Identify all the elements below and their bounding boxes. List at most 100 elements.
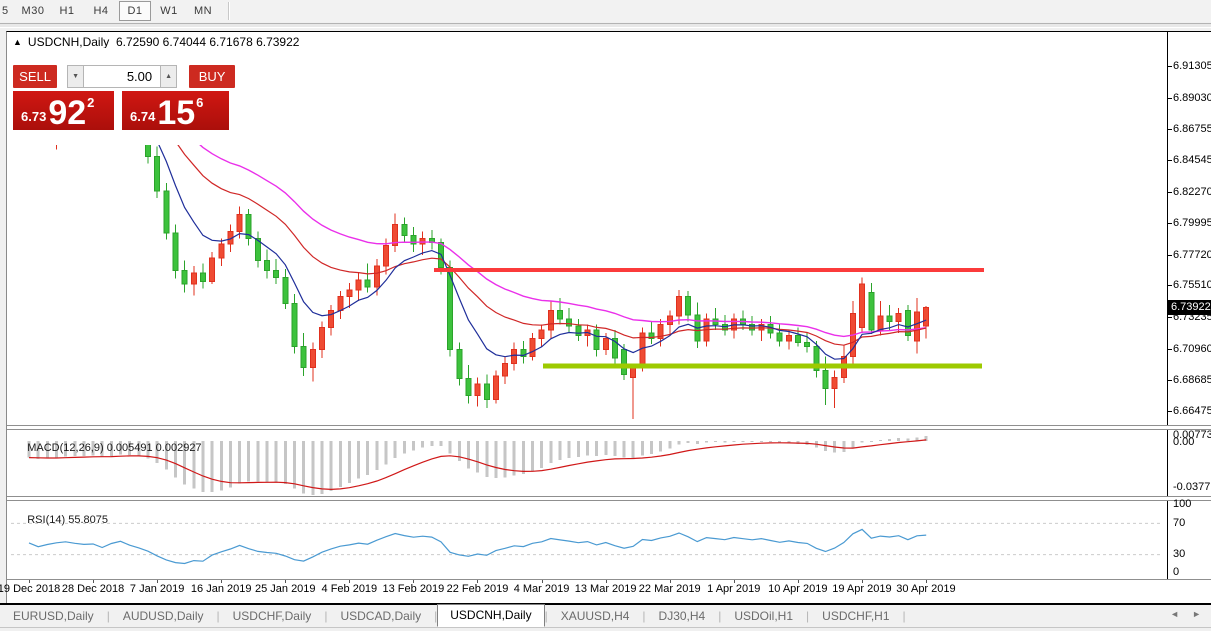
timeframe-button-M30[interactable]: M30: [17, 1, 49, 21]
price-axis-label: 6.68685: [1173, 374, 1211, 387]
date-label: 13 Feb 2019: [382, 583, 445, 595]
tab-USDCHF-H1[interactable]: USDCHF,H1: [809, 606, 902, 626]
date-axis-tick: [349, 580, 351, 583]
tab-USDCAD-Daily[interactable]: USDCAD,Daily: [327, 606, 434, 626]
price-axis-label: 6.82270: [1173, 185, 1211, 198]
date-label: 19 Apr 2019: [832, 583, 892, 595]
date-label: 22 Mar 2019: [638, 583, 701, 595]
timeframe-button-H1[interactable]: H1: [51, 1, 83, 21]
date-label: 13 Mar 2019: [574, 583, 637, 595]
tab-scroll-left-icon[interactable]: ◄: [1170, 609, 1179, 619]
date-axis-tick: [285, 580, 287, 583]
date-label: 28 Dec 2018: [61, 583, 125, 595]
date-axis-tick: [157, 580, 159, 583]
one-click-trading-panel: SELL ▼ 5.00 ▲ BUY 6.73 92 2 6.74 15 6: [10, 48, 238, 145]
date-axis-tick: [669, 580, 671, 583]
chart-tab-bar: EURUSD,Daily | AUDUSD,Daily | USDCHF,Daily | U…: [0, 603, 1211, 627]
macd-axis-mid-label: 0.00: [1173, 436, 1195, 448]
macd-indicator-label: MACD(12,26,9) 0.005491 0.002927: [27, 442, 202, 454]
date-axis-tick: [733, 580, 735, 583]
collapse-panel-icon[interactable]: ▲: [13, 37, 22, 47]
price-axis-tick: [1167, 129, 1172, 130]
date-axis-tick: [477, 580, 479, 583]
rsi-axis-0-label: 0: [1173, 566, 1180, 578]
current-price-tag: 6.73922: [1168, 300, 1211, 315]
date-label: 10 Apr 2019: [768, 583, 828, 595]
sell-price-small: 6.73: [21, 109, 47, 124]
volume-stepper: ▼ 5.00 ▲: [67, 65, 178, 88]
rsi-line: [28, 528, 927, 565]
price-axis-tick: [1167, 66, 1172, 67]
sell-price-box[interactable]: 6.73 92 2: [13, 91, 114, 130]
date-axis-tick: [861, 580, 863, 583]
price-axis-label: 6.77720: [1173, 248, 1211, 261]
rsi-indicator-label: RSI(14) 55.8075: [27, 514, 108, 526]
price-axis-tick: [1167, 285, 1172, 286]
tab-USDCHF-Daily[interactable]: USDCHF,Daily: [220, 606, 325, 626]
date-axis-tick: [29, 580, 30, 583]
buy-button[interactable]: BUY: [189, 65, 235, 88]
volume-decrease-icon[interactable]: ▼: [67, 65, 85, 88]
date-label: 7 Jan 2019: [129, 583, 185, 595]
price-axis-tick: [1167, 255, 1172, 256]
date-axis-tick: [221, 580, 223, 583]
price-axis-tick: [1167, 160, 1172, 161]
tab-USDCNH-Daily[interactable]: USDCNH,Daily: [437, 603, 545, 627]
price-axis-label: 6.91305: [1173, 60, 1211, 72]
price-axis-tick: [1167, 98, 1172, 99]
tab-XAUUSD-H4[interactable]: XAUUSD,H4: [548, 606, 643, 626]
date-axis-tick: [605, 580, 607, 583]
price-axis-label: 6.79995: [1173, 217, 1211, 230]
volume-input[interactable]: 5.00: [84, 65, 161, 88]
timeframe-button-MN[interactable]: MN: [187, 1, 219, 21]
tab-USDOil-H1[interactable]: USDOil,H1: [721, 606, 806, 626]
price-axis-tick: [1167, 317, 1172, 318]
price-axis-label: 6.86755: [1173, 123, 1211, 136]
price-axis-label: 6.75510: [1173, 279, 1211, 292]
timeframe-button-D1[interactable]: D1: [119, 1, 151, 21]
price-axis-tick: [1167, 192, 1172, 193]
date-axis-tick: [797, 580, 799, 583]
tab-DJ30-H4[interactable]: DJ30,H4: [646, 606, 719, 626]
date-label: 16 Jan 2019: [190, 583, 252, 595]
chart-symbol-period: USDCNH,Daily: [27, 35, 110, 49]
status-bar: [0, 627, 1211, 631]
sell-button[interactable]: SELL: [13, 65, 58, 88]
tab-AUDUSD-Daily[interactable]: AUDUSD,Daily: [110, 606, 217, 626]
sell-price-big: 92: [48, 94, 87, 132]
timeframe-button-H4[interactable]: H4: [85, 1, 117, 21]
buy-price-sup: 6: [196, 95, 204, 110]
date-label: 25 Jan 2019: [254, 583, 316, 595]
volume-increase-icon[interactable]: ▲: [160, 65, 178, 88]
chart-ohlc-values: 6.72590 6.74044 6.71678 6.73922: [115, 35, 300, 49]
buy-price-small: 6.74: [130, 109, 156, 124]
rsi-panel-divider[interactable]: [7, 496, 1211, 501]
price-axis-tick: [1167, 380, 1172, 381]
date-label: 1 Apr 2019: [707, 583, 761, 595]
price-axis-label: 6.89030: [1173, 91, 1211, 104]
date-axis-tick: [413, 580, 415, 583]
tab-separator: |: [902, 609, 906, 623]
macd-axis-bottom-label: -0.037714: [1173, 481, 1211, 493]
date-label: 4 Feb 2019: [321, 583, 378, 595]
chart-title: ▲ USDCNH,Daily 6.72590 6.74044 6.71678 6…: [13, 35, 299, 49]
buy-price-box[interactable]: 6.74 15 6: [122, 91, 229, 130]
buy-price-big: 15: [157, 94, 196, 132]
price-axis-tick: [1167, 349, 1172, 350]
price-axis-tick: [1167, 411, 1172, 412]
timeframe-button-W1[interactable]: W1: [153, 1, 185, 21]
date-label: 30 Apr 2019: [896, 583, 956, 595]
rsi-axis-30-label: 30: [1173, 548, 1186, 560]
rsi-axis-100-label: 100: [1173, 498, 1192, 510]
toolbar-separator: [0, 23, 1211, 28]
chart-window: ▲ USDCNH,Daily 6.72590 6.74044 6.71678 6…: [0, 31, 1211, 605]
price-axis-label: 6.70960: [1173, 342, 1211, 355]
sell-price-sup: 2: [87, 95, 95, 110]
timeframe-toolbar: 5 M30 H1 H4 D1 W1 MN: [0, 0, 1211, 22]
timeframe-button-5[interactable]: 5: [1, 1, 15, 21]
tab-scroll-right-icon[interactable]: ►: [1192, 609, 1201, 619]
date-axis-tick: [925, 580, 927, 583]
date-label: 4 Mar 2019: [513, 583, 570, 595]
tab-EURUSD-Daily[interactable]: EURUSD,Daily: [0, 606, 107, 626]
date-axis-tick: [541, 580, 543, 583]
